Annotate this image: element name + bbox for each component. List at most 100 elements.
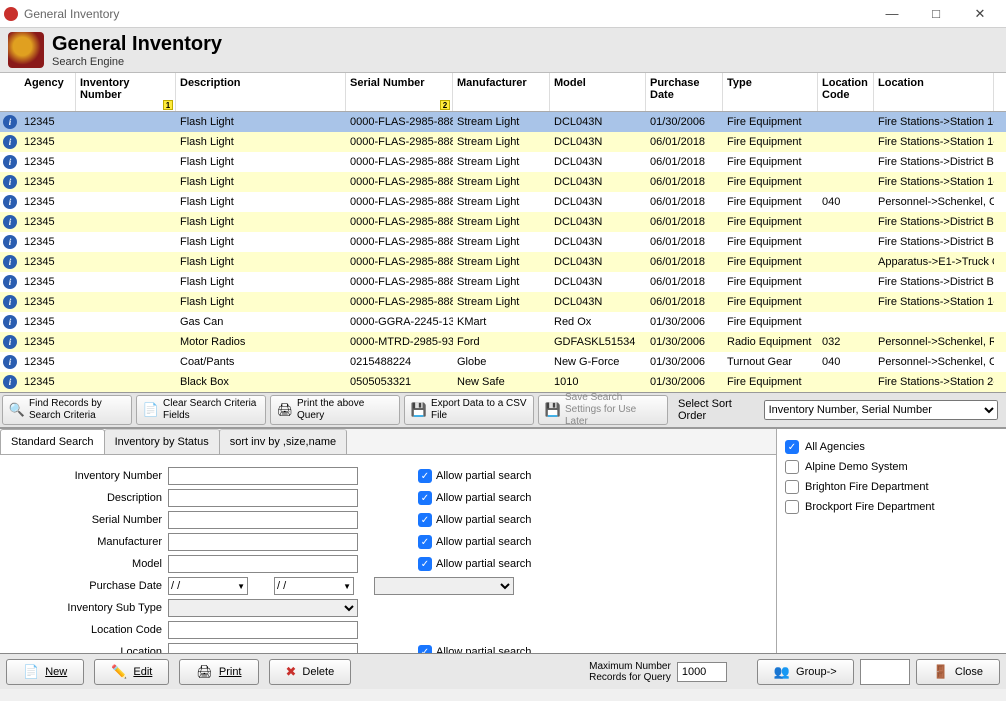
minimize-button[interactable]: — [870, 2, 914, 26]
info-icon[interactable]: i [3, 315, 17, 329]
checkbox-partial-location[interactable]: ✓ [418, 645, 432, 653]
cell-manufacturer: Stream Light [453, 192, 550, 212]
col-description[interactable]: Description [176, 73, 346, 111]
close-button[interactable]: 🚪Close [916, 659, 1000, 685]
cell-inventory-number [76, 232, 176, 252]
sort-order-select[interactable]: Inventory Number, Serial Number [764, 400, 998, 420]
checkbox-icon[interactable] [785, 480, 799, 494]
input-purchase-date-from[interactable]: / /▼ [168, 577, 248, 595]
info-icon[interactable]: i [3, 255, 17, 269]
input-location-code[interactable] [168, 621, 358, 639]
select-sub-type[interactable] [168, 599, 358, 617]
col-serial-number[interactable]: Serial Number2 [346, 73, 453, 111]
table-row[interactable]: i 12345 Flash Light 0000-FLAS-2985-888 S… [0, 152, 1006, 172]
print-query-button[interactable]: 🖨Print the above Query [270, 395, 400, 425]
table-row[interactable]: i 12345 Flash Light 0000-FLAS-2985-888 S… [0, 192, 1006, 212]
col-purchase-date[interactable]: Purchase Date [646, 73, 723, 111]
label-serial-number: Serial Number [8, 514, 168, 526]
info-icon[interactable]: i [3, 375, 17, 389]
col-model[interactable]: Model [550, 73, 646, 111]
info-icon[interactable]: i [3, 235, 17, 249]
delete-button[interactable]: ✖Delete [269, 659, 352, 685]
cell-purchase-date: 06/01/2018 [646, 212, 723, 232]
agency-filter-item[interactable]: Brockport Fire Department [785, 497, 998, 517]
find-records-button[interactable]: 🔍Find Records by Search Criteria [2, 395, 132, 425]
col-type[interactable]: Type [723, 73, 818, 111]
agency-filter-item[interactable]: Brighton Fire Department [785, 477, 998, 497]
info-icon[interactable]: i [3, 275, 17, 289]
info-icon[interactable]: i [3, 155, 17, 169]
col-location[interactable]: Location [874, 73, 994, 111]
col-manufacturer[interactable]: Manufacturer [453, 73, 550, 111]
app-logo [8, 32, 44, 68]
tab-inventory-by-status[interactable]: Inventory by Status [104, 429, 220, 454]
table-row[interactable]: i 12345 Flash Light 0000-FLAS-2985-888 S… [0, 292, 1006, 312]
info-icon[interactable]: i [3, 175, 17, 189]
checkbox-partial-invnum[interactable]: ✓ [418, 469, 432, 483]
checkbox-partial-mfr[interactable]: ✓ [418, 535, 432, 549]
export-csv-button[interactable]: 💾Export Data to a CSV File [404, 395, 534, 425]
group-button[interactable]: 👥Group-> [757, 659, 854, 685]
col-inventory-number[interactable]: Inventory Number1 [76, 73, 176, 111]
input-location[interactable] [168, 643, 358, 653]
table-row[interactable]: i 12345 Coat/Pants 0215488224 Globe New … [0, 352, 1006, 372]
cell-inventory-number [76, 112, 176, 132]
input-inventory-number[interactable] [168, 467, 358, 485]
max-records-input[interactable] [677, 662, 727, 682]
agency-name: Alpine Demo System [805, 461, 908, 473]
table-row[interactable]: i 12345 Flash Light 0000-FLAS-2985-888 S… [0, 272, 1006, 292]
table-row[interactable]: i 12345 Flash Light 0000-FLAS-2985-888 S… [0, 212, 1006, 232]
table-row[interactable]: i 12345 Gas Can 0000-GGRA-2245-13 KMart … [0, 312, 1006, 332]
input-manufacturer[interactable] [168, 533, 358, 551]
search-icon: 🔍 [9, 402, 25, 418]
input-model[interactable] [168, 555, 358, 573]
agency-filter-item[interactable]: Alpine Demo System [785, 457, 998, 477]
table-row[interactable]: i 12345 Flash Light 0000-FLAS-2985-888 S… [0, 112, 1006, 132]
checkbox-partial-model[interactable]: ✓ [418, 557, 432, 571]
edit-button[interactable]: ✏️Edit [94, 659, 169, 685]
info-icon[interactable]: i [3, 335, 17, 349]
table-row[interactable]: i 12345 Black Box 0505053321 New Safe 10… [0, 372, 1006, 392]
info-icon[interactable]: i [3, 355, 17, 369]
cell-location-code [818, 152, 874, 172]
info-icon[interactable]: i [3, 135, 17, 149]
checkbox-partial-desc[interactable]: ✓ [418, 491, 432, 505]
cell-location: Fire Stations->Station 1-> [874, 132, 994, 152]
input-description[interactable] [168, 489, 358, 507]
select-date-filter[interactable] [374, 577, 514, 595]
info-icon[interactable]: i [3, 295, 17, 309]
table-row[interactable]: i 12345 Flash Light 0000-FLAS-2985-888 S… [0, 252, 1006, 272]
info-icon[interactable]: i [3, 215, 17, 229]
new-button[interactable]: 📄New [6, 659, 84, 685]
table-row[interactable]: i 12345 Flash Light 0000-FLAS-2985-888 S… [0, 232, 1006, 252]
cell-location: Fire Stations->Station 1-> [874, 292, 994, 312]
cell-type: Turnout Gear [723, 352, 818, 372]
cell-model: DCL043N [550, 272, 646, 292]
agency-filter-item[interactable]: ✓All Agencies [785, 437, 998, 457]
save-search-button[interactable]: 💾Save Search Settings for Use Later [538, 395, 668, 425]
cell-model: 1010 [550, 372, 646, 392]
table-row[interactable]: i 12345 Motor Radios 0000-MTRD-2985-93 F… [0, 332, 1006, 352]
tab-standard-search[interactable]: Standard Search [0, 429, 105, 454]
col-agency[interactable]: Agency [20, 73, 76, 111]
info-icon[interactable]: i [3, 195, 17, 209]
close-window-button[interactable]: ✕ [958, 2, 1002, 26]
input-purchase-date-to[interactable]: / /▼ [274, 577, 354, 595]
tab-sort-inv[interactable]: sort inv by ,size,name [219, 429, 347, 454]
table-row[interactable]: i 12345 Flash Light 0000-FLAS-2985-888 S… [0, 132, 1006, 152]
table-row[interactable]: i 12345 Flash Light 0000-FLAS-2985-888 S… [0, 172, 1006, 192]
max-records-label: Maximum Number Records for Query [571, 661, 671, 683]
checkbox-icon[interactable] [785, 460, 799, 474]
checkbox-icon[interactable] [785, 500, 799, 514]
data-grid[interactable]: i 12345 Flash Light 0000-FLAS-2985-888 S… [0, 112, 1006, 392]
col-location-code[interactable]: Location Code [818, 73, 874, 111]
print-button[interactable]: 🖨Print [179, 659, 258, 685]
input-serial-number[interactable] [168, 511, 358, 529]
checkbox-icon[interactable]: ✓ [785, 440, 799, 454]
group-input[interactable] [860, 659, 910, 685]
clear-criteria-button[interactable]: 📄Clear Search Criteria Fields [136, 395, 266, 425]
info-icon[interactable]: i [3, 115, 17, 129]
checkbox-partial-serial[interactable]: ✓ [418, 513, 432, 527]
cell-serial: 0000-FLAS-2985-888 [346, 252, 453, 272]
maximize-button[interactable]: □ [914, 2, 958, 26]
